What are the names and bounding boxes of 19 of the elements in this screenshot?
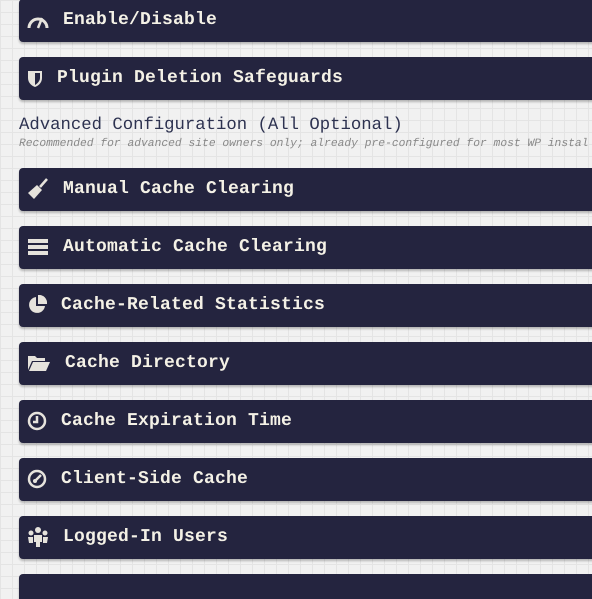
clock-icon: [27, 411, 47, 432]
section-panel[interactable]: Cache Expiration Time: [19, 400, 592, 443]
server-icon: [27, 238, 49, 256]
shield-icon: [27, 70, 43, 88]
section-panel[interactable]: Client-Side Cache: [19, 458, 592, 501]
section-panel[interactable]: Logged-In Users: [19, 516, 592, 559]
folder-icon: [27, 354, 51, 372]
broom-icon: [27, 178, 49, 200]
section-panel[interactable]: Enable/Disable: [19, 0, 592, 42]
section-panel[interactable]: Cache Directory: [19, 342, 592, 385]
section-panel[interactable]: Plugin Deletion Safeguards: [19, 57, 592, 100]
section-note: Recommended for advanced site owners only; already pre-configured for most WP instal: [19, 136, 590, 152]
section-heading: Advanced Configuration (All Optional): [19, 116, 404, 136]
dashboard-icon: [27, 469, 47, 490]
section-panel[interactable]: Automatic Cache Clearing: [19, 226, 592, 269]
section-panel[interactable]: Manual Cache Clearing: [19, 168, 592, 211]
pie-chart-icon: [27, 295, 47, 316]
section-panel[interactable]: Cache-Related Statistics: [19, 284, 592, 327]
users-icon: [27, 526, 49, 548]
